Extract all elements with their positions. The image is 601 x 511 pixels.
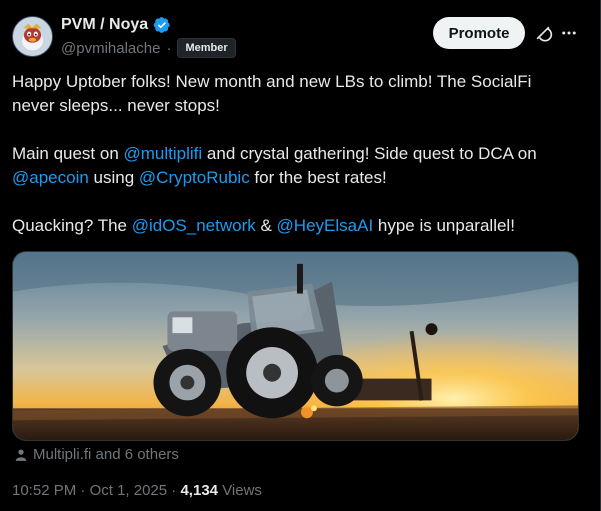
promote-button[interactable]: Promote xyxy=(433,17,525,49)
views-label: Views xyxy=(222,482,262,499)
text-segment: using xyxy=(88,168,139,187)
avatar-image xyxy=(13,17,52,56)
tweet-meta: 10:52 PM · Oct 1, 2025 · 4,134 Views xyxy=(12,482,262,499)
mention-link-cryptorubic[interactable]: @CryptoRubic xyxy=(139,168,250,187)
mention-link-idos-network[interactable]: @idOS_network xyxy=(132,216,256,235)
tweet-paragraph-3: Quacking? The @idOS_network & @HeyElsaAI… xyxy=(12,214,572,238)
tractor-sunset-photo xyxy=(13,252,578,440)
tweet-paragraph-1: Happy Uptober folks! New month and new L… xyxy=(12,72,532,115)
member-badge[interactable]: Member xyxy=(177,38,236,58)
avatar[interactable] xyxy=(12,16,53,57)
mention-link-heyelsaai[interactable]: @HeyElsaAI xyxy=(277,216,374,235)
mention-link-multiplifi[interactable]: @multiplifi xyxy=(124,144,203,163)
grok-icon[interactable] xyxy=(533,23,553,43)
tagged-users[interactable]: Multipli.fi and 6 others xyxy=(14,446,179,463)
display-name[interactable]: PVM / Noya xyxy=(61,16,148,34)
views-count[interactable]: 4,134 xyxy=(180,482,218,499)
tweet-time[interactable]: 10:52 PM xyxy=(12,482,76,499)
meta-separator: · xyxy=(171,482,177,499)
text-segment: Quacking? The xyxy=(12,216,132,235)
text-segment: hype is unparallel! xyxy=(373,216,515,235)
more-options-icon[interactable] xyxy=(560,24,578,42)
mention-link-apecoin[interactable]: @apecoin xyxy=(12,168,89,187)
text-segment: and crystal gathering! Side quest to DCA… xyxy=(202,144,537,163)
verified-badge-icon[interactable] xyxy=(153,16,171,34)
tweet-media-image[interactable] xyxy=(12,251,579,441)
tweet-text: Happy Uptober folks! New month and new L… xyxy=(12,70,572,262)
tagged-users-text: Multipli.fi and 6 others xyxy=(33,446,179,463)
person-icon xyxy=(15,448,27,461)
tweet-paragraph-2: Main quest on @multiplifi and crystal ga… xyxy=(12,142,572,190)
text-segment: & xyxy=(255,216,277,235)
text-segment: Main quest on xyxy=(12,144,124,163)
handle[interactable]: @pvmihalache xyxy=(61,40,160,57)
meta-separator: · xyxy=(80,482,86,499)
handle-separator: · xyxy=(166,39,172,57)
text-segment: for the best rates! xyxy=(249,168,387,187)
tweet-date[interactable]: Oct 1, 2025 xyxy=(90,482,168,499)
tweet-card: PVM / Noya @pvmihalache · Member Promote… xyxy=(0,0,601,511)
